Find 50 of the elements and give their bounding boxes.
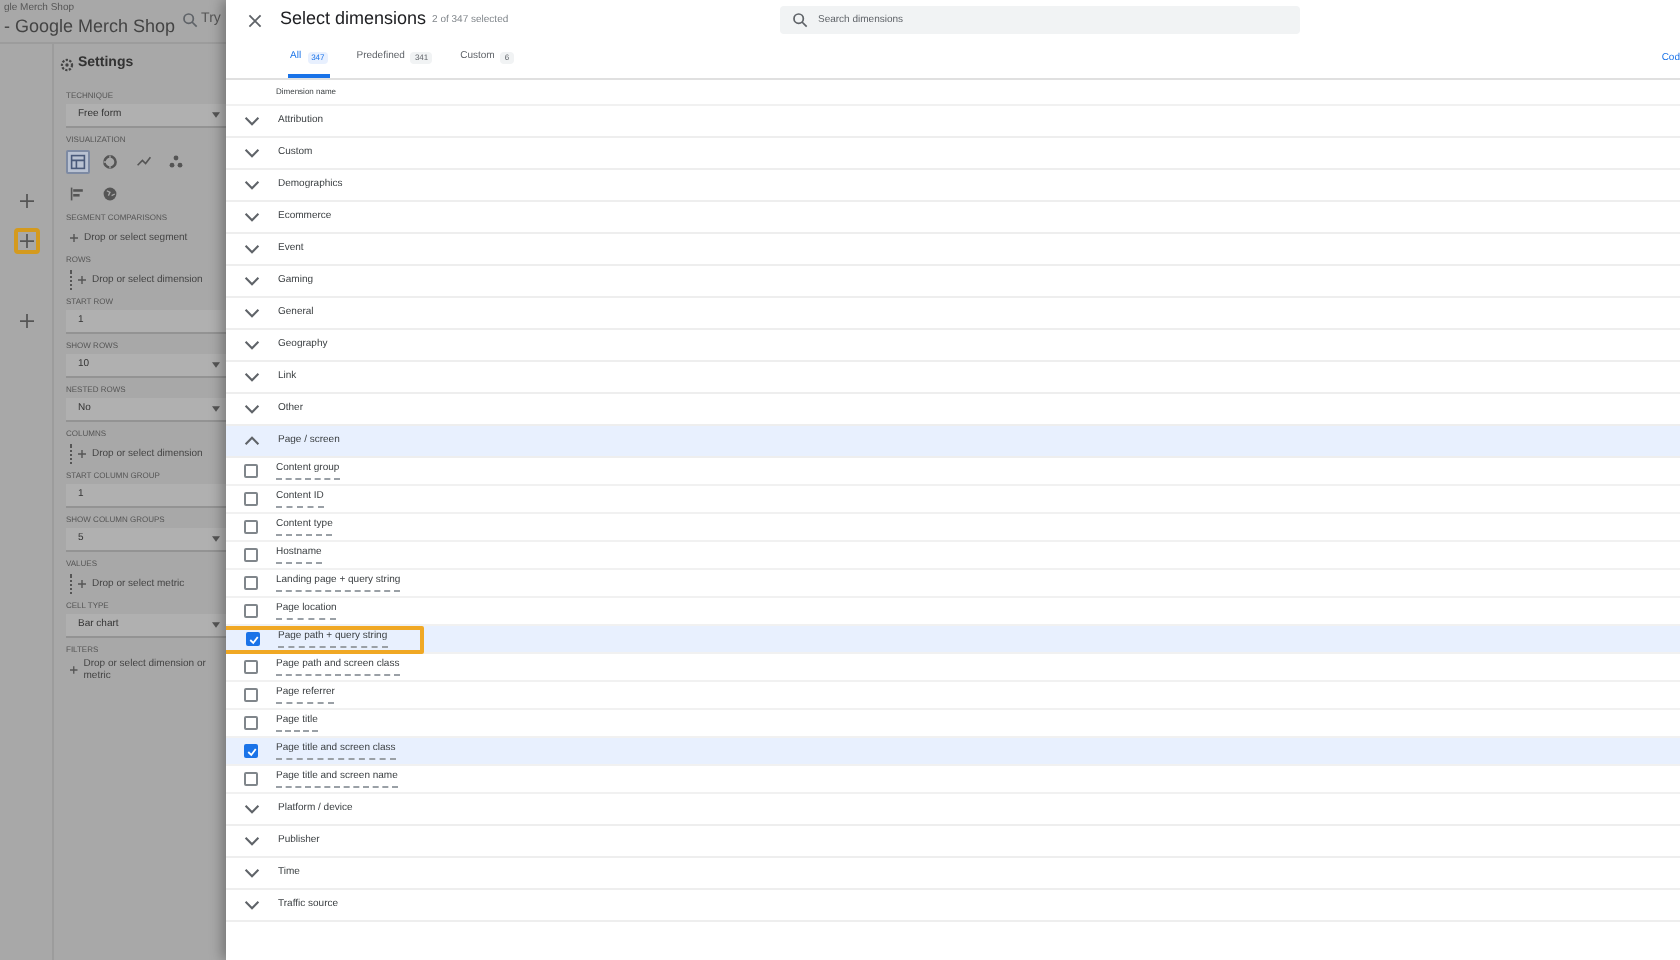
caret-icon [212,112,220,118]
plus-icon [78,275,86,283]
chevron-down-icon [244,276,260,286]
chevron-down-icon [244,244,260,254]
table-chart-icon[interactable] [66,150,90,174]
chevron-down-icon [244,900,260,910]
caret-icon [212,362,220,368]
caret-icon [212,536,220,542]
checkbox[interactable] [244,576,258,590]
chevron-down-icon [244,340,260,350]
add-button[interactable] [13,228,39,254]
checkbox[interactable] [244,548,258,562]
chevron-down-icon [244,372,260,382]
search-icon [792,12,808,28]
chevron-down-icon [244,116,260,126]
checkbox[interactable] [244,688,258,702]
chevron-up-icon [244,436,260,446]
caret-icon [212,406,220,412]
drag-handle-icon [70,573,72,593]
chevron-down-icon [244,836,260,846]
dialog-title: Select dimensions [280,6,427,33]
gear-icon [60,57,74,71]
chevron-down-icon [244,308,260,318]
close-icon[interactable] [248,13,262,27]
plus-icon [78,579,86,587]
drag-handle-icon [70,443,72,463]
search-icon[interactable] [181,12,198,29]
property-name: - Google Merch Shop [4,14,176,38]
checkbox[interactable] [244,604,258,618]
chevron-down-icon [244,148,260,158]
checkbox[interactable] [244,716,258,730]
plus-icon [19,194,33,208]
plus-icon [19,314,33,328]
checkbox[interactable] [244,772,258,786]
checkbox[interactable] [244,660,258,674]
chevron-down-icon [244,404,260,414]
chevron-down-icon [244,868,260,878]
checkbox[interactable] [244,520,258,534]
plus-icon [70,666,78,674]
plus-icon [78,449,86,457]
plus-icon [19,234,33,248]
caret-icon [212,622,220,628]
drag-handle-icon [70,269,72,289]
chevron-down-icon [244,212,260,222]
donut-chart-icon[interactable] [98,150,123,174]
checkbox[interactable] [244,464,258,478]
plus-icon [70,233,78,241]
checkbox[interactable] [244,492,258,506]
chevron-down-icon [244,804,260,814]
chevron-down-icon [244,180,260,190]
